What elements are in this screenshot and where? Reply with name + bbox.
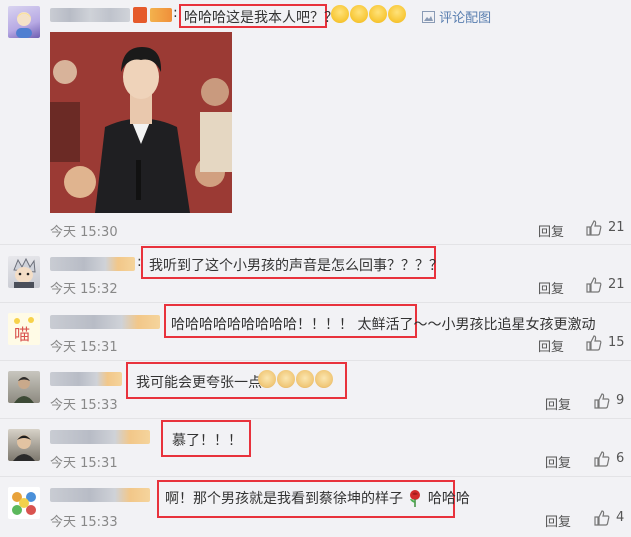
laugh-emoji [350,5,368,23]
comment-text-before: 啊！那个男孩就是我看到蔡徐坤的样子 [165,491,403,507]
like-button[interactable]: 21 [586,220,626,238]
avatar[interactable]: 喵 [8,313,40,345]
avatar[interactable] [8,256,40,288]
reply-button[interactable]: 回复 [538,278,564,297]
comment-6: 啊！那个男孩就是我看到蔡徐坤的样子 哈哈哈 今天 15:33 回复 4 [0,477,631,537]
comment-text: 慕了！！！ [172,433,242,449]
like-count: 21 [608,277,625,292]
avatar[interactable] [8,487,40,519]
comment-4: 我可能会更夸张一点 今天 15:33 回复 9 [0,361,631,418]
thumbs-up-icon [586,220,602,236]
thumbs-up-icon [586,277,602,293]
like-button[interactable]: 15 [586,335,626,353]
thumbs-up-icon [586,335,602,351]
image-icon [422,11,435,23]
comment-text: 我可能会更夸张一点 [136,375,262,391]
comment-time: 今天 15:33 [50,398,118,413]
username[interactable] [50,430,150,444]
like-count: 15 [608,335,625,350]
comment-image[interactable] [50,32,232,213]
comment-1: : 哈哈哈这是我本人吧？？ 评论配图 今天 15:30 回复 21 [0,0,631,244]
doge-emoji [315,370,333,388]
rose-emoji [410,490,421,507]
thumbs-up-icon [594,393,610,409]
vip-badge [133,7,147,23]
username[interactable] [50,315,160,329]
reply-button[interactable]: 回复 [545,452,571,471]
like-count: 9 [616,393,625,408]
like-count: 6 [616,451,625,466]
comment-text: 我听到了这个小男孩的声音是怎么回事？？？？ [149,258,443,274]
like-button[interactable]: 9 [594,393,628,411]
comment-3: 喵 哈哈哈哈哈哈哈哈哈！！！！ 太鲜活了～～小男孩比追星女孩更激动 今天 15:… [0,303,631,360]
comment-time: 今天 15:32 [50,282,118,297]
review-image-link[interactable]: 评论配图 [422,7,491,26]
username[interactable] [50,372,122,386]
review-image-label: 评论配图 [439,11,492,26]
comment-2: : 我听到了这个小男孩的声音是怎么回事？？？？ 今天 15:32 回复 21 [0,245,631,302]
level-badge [150,8,172,22]
emoji-row [257,370,333,388]
avatar[interactable] [8,429,40,461]
comment-time: 今天 15:33 [50,515,118,530]
laugh-emoji [369,5,387,23]
thumbs-up-icon [594,510,610,526]
like-button[interactable]: 4 [594,510,628,528]
like-count: 4 [616,510,625,525]
comment-text: 哈哈哈这是我本人吧？？ [184,10,338,26]
doge-emoji [258,370,276,388]
username[interactable] [50,488,150,502]
comment-text-after: 哈哈哈 [427,491,470,507]
emoji-row [330,5,406,23]
thumbs-up-icon [594,451,610,467]
doge-emoji [277,370,295,388]
reply-button[interactable]: 回复 [538,336,564,355]
reply-button[interactable]: 回复 [545,511,571,530]
comment-time: 今天 15:30 [50,225,118,240]
laugh-emoji [388,5,406,23]
like-button[interactable]: 21 [586,277,626,295]
like-count: 21 [608,220,625,235]
comment-text: 啊！那个男孩就是我看到蔡徐坤的样子 哈哈哈 [165,488,470,508]
comment-time: 今天 15:31 [50,456,118,471]
reply-button[interactable]: 回复 [538,221,564,240]
comment-time: 今天 15:31 [50,340,118,355]
like-button[interactable]: 6 [594,451,628,469]
doge-emoji [296,370,314,388]
laugh-emoji [331,5,349,23]
username[interactable] [50,257,135,271]
comment-text: 哈哈哈哈哈哈哈哈哈！！！！ 太鲜活了～～小男孩比追星女孩更激动 [171,317,596,333]
comment-5: 慕了！！！ 今天 15:31 回复 6 [0,419,631,476]
svg-text:喵: 喵 [14,325,30,344]
avatar[interactable] [8,371,40,403]
reply-button[interactable]: 回复 [545,394,571,413]
username[interactable] [50,8,130,22]
colon: : [173,5,178,21]
avatar[interactable] [8,6,40,38]
